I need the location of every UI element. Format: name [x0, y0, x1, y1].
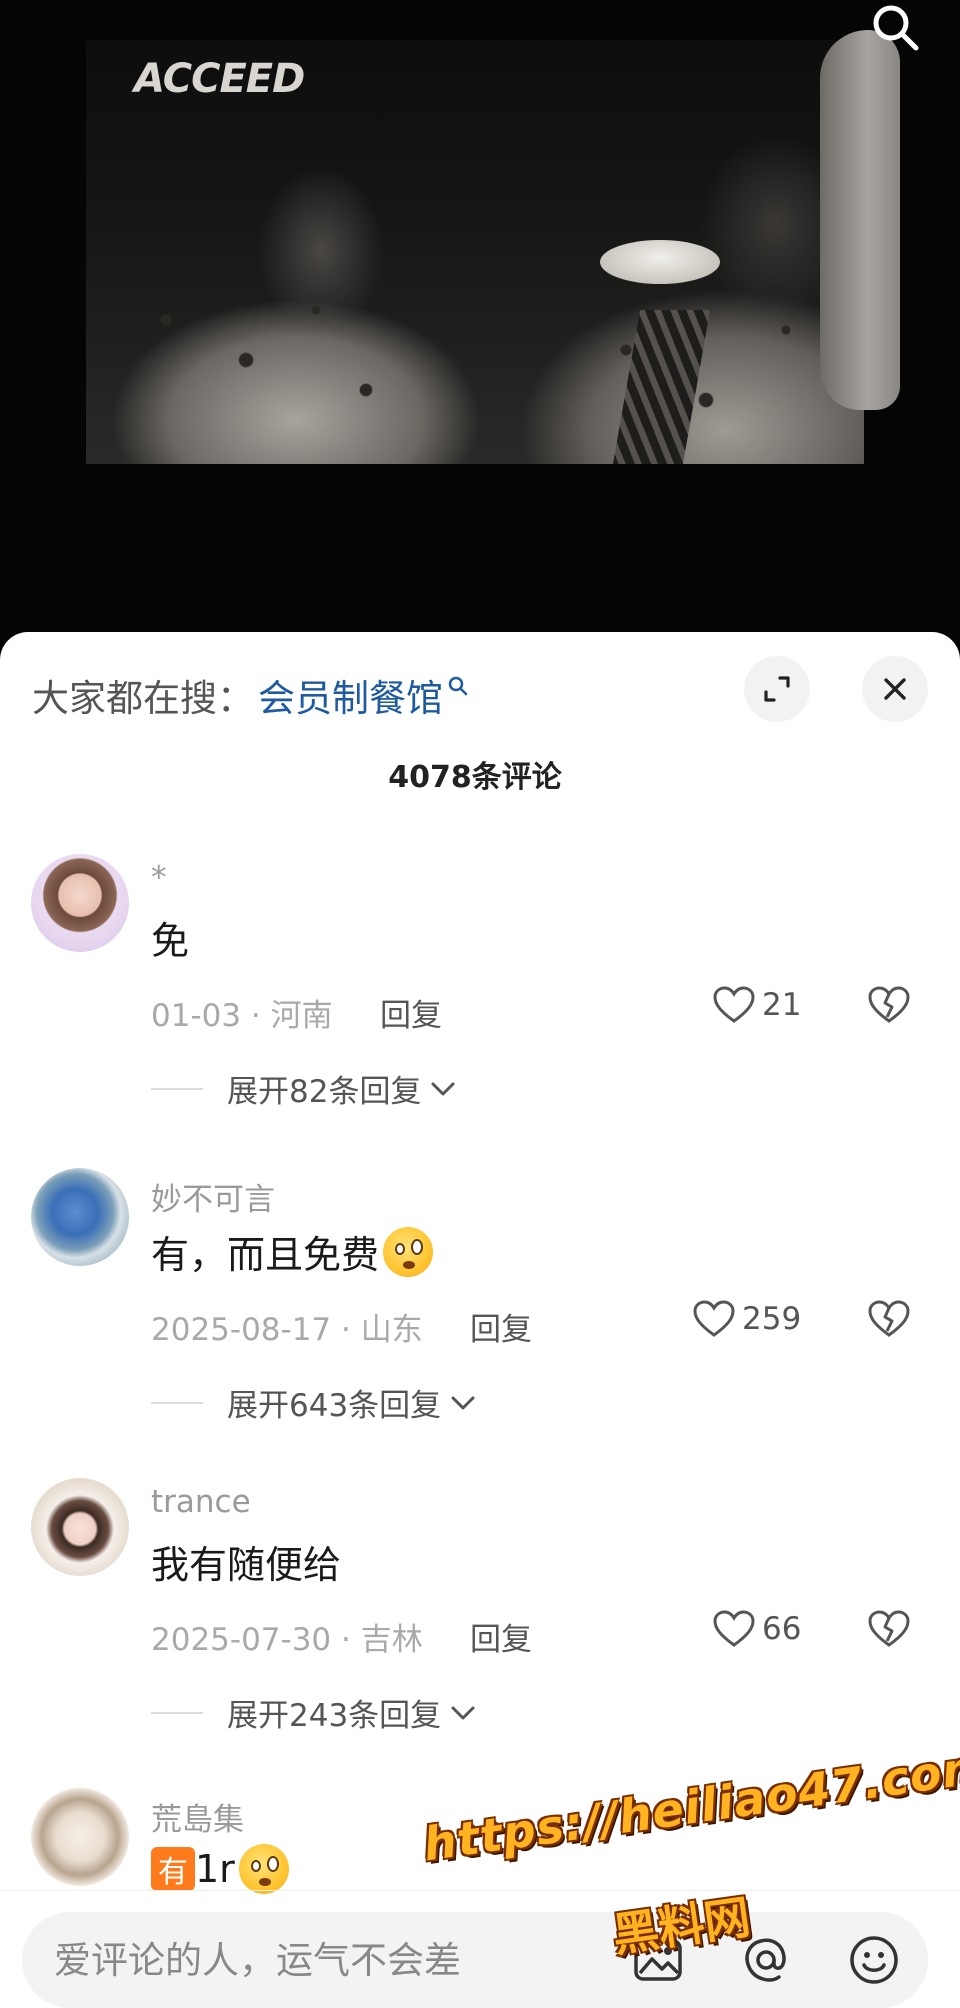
- expand-replies-label: 展开643条回复: [227, 1388, 442, 1424]
- broken-heart-icon: [868, 1610, 910, 1647]
- crying-emoji-icon: [238, 1844, 289, 1894]
- expand-replies-label: 展开82条回复: [227, 1074, 422, 1110]
- comment-text-body: 1r: [195, 1847, 235, 1891]
- comment-date-location: 2025-08-17 · 山东: [151, 1312, 423, 1348]
- dislike-button[interactable]: [864, 980, 914, 1030]
- broken-heart-icon: [868, 1300, 910, 1337]
- comment-author[interactable]: 荒島集: [151, 1794, 244, 1839]
- broken-heart-icon: [868, 986, 910, 1023]
- comment-text: 有 1r: [151, 1844, 289, 1894]
- close-sheet-button[interactable]: [862, 656, 928, 722]
- avatar[interactable]: [31, 854, 129, 952]
- comment-badge: 有: [151, 1847, 195, 1891]
- comment-text: 我有随便给: [151, 1534, 341, 1589]
- chevron-down-icon: [449, 1703, 477, 1723]
- comment-text: 免: [151, 910, 189, 965]
- comment-text-body: 免: [151, 919, 190, 963]
- comment-input-bar: [22, 1912, 928, 2008]
- smiley-icon: [850, 1936, 898, 1984]
- comment-author[interactable]: trance: [151, 1484, 251, 1520]
- avatar[interactable]: [31, 1478, 129, 1576]
- like-button[interactable]: 66: [712, 1604, 801, 1654]
- divider-line: [151, 1087, 203, 1090]
- reply-button[interactable]: 回复: [470, 1304, 532, 1349]
- heart-icon: [713, 986, 755, 1023]
- comment-date-location: 01-03 · 河南: [151, 998, 333, 1034]
- expand-replies-label: 展开243条回复: [227, 1698, 442, 1734]
- search-button[interactable]: [864, 0, 928, 56]
- comment-item: 妙不可言 有，而且免费 2025-08-17 · 山东 回复 259 展开643…: [0, 1168, 960, 1428]
- dislike-button[interactable]: [864, 1604, 914, 1654]
- expand-replies-button[interactable]: 展开243条回复: [151, 1690, 477, 1735]
- divider-line: [151, 1401, 203, 1404]
- video-logo: ACCEED: [134, 56, 305, 102]
- close-icon: [884, 678, 906, 700]
- comment-text-body: 有，而且免费: [151, 1233, 380, 1277]
- avatar[interactable]: [31, 1788, 129, 1886]
- surprised-emoji-icon: [383, 1226, 434, 1277]
- like-count: 66: [762, 1611, 802, 1647]
- emoji-button[interactable]: [844, 1930, 904, 1990]
- comment-item: * 免 01-03 · 河南 回复 21 展开82条回复: [0, 854, 960, 1114]
- reply-button[interactable]: 回复: [380, 990, 442, 1035]
- expand-replies-button[interactable]: 展开643条回复: [151, 1380, 477, 1425]
- expand-sheet-button[interactable]: [744, 656, 810, 722]
- comment-count: 4078条评论: [388, 760, 562, 795]
- video-plate: [600, 240, 720, 284]
- heart-icon: [713, 1610, 755, 1647]
- video-frame: [86, 40, 864, 464]
- dislike-button[interactable]: [864, 1294, 914, 1344]
- divider-line: [151, 1711, 203, 1714]
- comment-author[interactable]: 妙不可言: [151, 1174, 275, 1219]
- comment-input[interactable]: [54, 1938, 614, 1982]
- video-texture: [106, 270, 846, 464]
- hot-search-prefix: 大家都在搜：: [32, 677, 254, 720]
- comment-author[interactable]: *: [151, 860, 167, 896]
- comment-text: 有，而且免费: [151, 1224, 434, 1279]
- heart-icon: [693, 1300, 735, 1337]
- like-button[interactable]: 259: [692, 1294, 801, 1344]
- chevron-down-icon: [429, 1079, 457, 1099]
- input-divider: [0, 1890, 960, 1891]
- comment-date-location: 2025-07-30 · 吉林: [151, 1622, 423, 1658]
- hot-search-term[interactable]: 会员制餐馆: [258, 668, 443, 722]
- comment-text-body: 我有随便给: [151, 1543, 342, 1587]
- like-count: 21: [762, 987, 802, 1023]
- expand-icon: [764, 676, 790, 702]
- reply-button[interactable]: 回复: [470, 1614, 532, 1659]
- chevron-down-icon: [449, 1393, 477, 1413]
- video-player[interactable]: ACCEED: [0, 0, 960, 640]
- avatar[interactable]: [31, 1168, 129, 1266]
- search-icon[interactable]: [447, 675, 469, 697]
- search-icon: [873, 5, 919, 51]
- hot-search-bar: 大家都在搜： 会员制餐馆: [32, 668, 469, 722]
- comment-item: trance 我有随便给 2025-07-30 · 吉林 回复 66 展开243…: [0, 1478, 960, 1738]
- like-count: 259: [742, 1301, 802, 1337]
- video-edge-figure: [820, 30, 900, 410]
- like-button[interactable]: 21: [712, 980, 801, 1030]
- expand-replies-button[interactable]: 展开82条回复: [151, 1066, 457, 1111]
